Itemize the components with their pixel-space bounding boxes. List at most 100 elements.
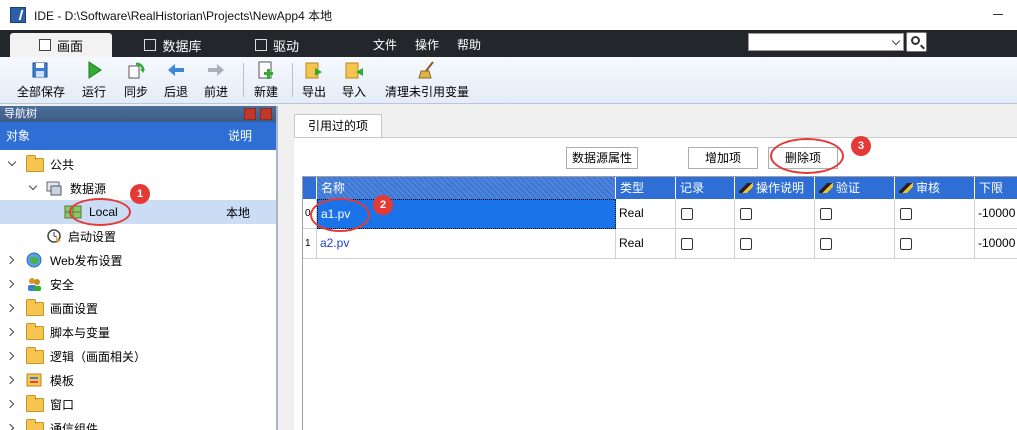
tree-item-scripts-vars[interactable]: 脚本与变量 bbox=[0, 320, 276, 344]
chevron-right-icon[interactable] bbox=[5, 255, 15, 265]
tree-item-startup[interactable]: 启动设置 bbox=[0, 224, 276, 248]
tree-item-comm-components[interactable]: 通信组件 bbox=[0, 416, 276, 430]
cell-name[interactable]: a2.pv bbox=[317, 229, 616, 259]
cell-lower[interactable]: -10000 bbox=[975, 229, 1017, 259]
add-item-button[interactable]: 增加项 bbox=[688, 147, 758, 169]
op-desc-checkbox[interactable] bbox=[740, 208, 752, 220]
users-icon bbox=[26, 276, 42, 292]
tree-item-logic[interactable]: 逻辑（画面相关） bbox=[0, 344, 276, 368]
annotation-circle-2 bbox=[310, 198, 370, 232]
clean-unreferenced-vars-button[interactable]: 清理未引用变量 bbox=[384, 59, 470, 101]
new-button[interactable]: 新建 bbox=[250, 59, 282, 101]
tree-item-web-publish[interactable]: Web发布设置 bbox=[0, 248, 276, 272]
minimize-button[interactable] bbox=[993, 14, 1003, 15]
tree-item-windows[interactable]: 窗口 bbox=[0, 392, 276, 416]
import-icon bbox=[344, 60, 364, 80]
col-header-audit[interactable]: 审核 bbox=[895, 177, 975, 199]
tree-item-label: 模板 bbox=[50, 373, 75, 388]
chevron-right-icon[interactable] bbox=[5, 423, 15, 430]
row-index: 1 bbox=[303, 229, 317, 259]
chevron-down-icon[interactable] bbox=[7, 157, 17, 167]
search-input[interactable] bbox=[749, 34, 887, 50]
audit-checkbox[interactable] bbox=[900, 238, 912, 250]
cell-op-desc bbox=[735, 229, 815, 259]
clean-unreferenced-vars-label: 清理未引用变量 bbox=[384, 85, 469, 99]
chevron-right-icon[interactable] bbox=[5, 351, 15, 361]
sync-button[interactable]: 同步 bbox=[120, 59, 152, 101]
tree-item-label: 数据源 bbox=[70, 181, 107, 196]
record-checkbox[interactable] bbox=[681, 238, 693, 250]
new-icon bbox=[256, 60, 276, 80]
chevron-right-icon[interactable] bbox=[5, 399, 15, 409]
tab-screen[interactable]: 画面 bbox=[10, 33, 112, 57]
tab-driver[interactable]: 驱动 bbox=[232, 33, 322, 57]
col-header-type[interactable]: 类型 bbox=[616, 177, 676, 199]
op-desc-checkbox[interactable] bbox=[740, 238, 752, 250]
tab-database[interactable]: 数据库 bbox=[118, 33, 228, 57]
col-header-record[interactable]: 记录 bbox=[676, 177, 735, 199]
col-header-op-desc[interactable]: 操作说明 bbox=[735, 177, 815, 199]
close-icon[interactable] bbox=[260, 108, 272, 120]
tree-item-label: 画面设置 bbox=[50, 301, 99, 316]
datasource-properties-button[interactable]: 数据源属性 bbox=[566, 147, 638, 169]
annotation-badge-2: 2 bbox=[373, 195, 393, 215]
tree-item-public[interactable]: 公共 bbox=[0, 152, 276, 176]
run-button[interactable]: 运行 bbox=[78, 59, 110, 101]
chevron-right-icon[interactable] bbox=[5, 279, 15, 289]
record-checkbox[interactable] bbox=[681, 208, 693, 220]
chevron-down-icon[interactable] bbox=[891, 36, 901, 46]
run-label: 运行 bbox=[81, 85, 106, 99]
col-header-verify[interactable]: 验证 bbox=[815, 177, 895, 199]
cell-type[interactable]: Real bbox=[616, 229, 676, 259]
grid-corner bbox=[303, 177, 317, 199]
col-header-name[interactable]: 名称 bbox=[317, 177, 616, 199]
tab-database-label: 数据库 bbox=[162, 38, 202, 54]
tree-item-label: 脚本与变量 bbox=[50, 325, 111, 340]
tree-item-desc: 本地 bbox=[226, 205, 251, 220]
verify-checkbox[interactable] bbox=[820, 238, 832, 250]
tree-item-label: Web发布设置 bbox=[50, 253, 123, 268]
back-button[interactable]: 后退 bbox=[160, 59, 192, 101]
menu-file[interactable]: 文件 bbox=[373, 36, 397, 53]
referenced-items-panel: 数据源属性 增加项 删除项 名称 类型 记录 操作说明 验证 审核 下限 0 a… bbox=[294, 137, 1017, 430]
tree-item-label: 启动设置 bbox=[68, 229, 117, 244]
search-combobox[interactable] bbox=[748, 33, 904, 51]
tree-item-security[interactable]: 安全 bbox=[0, 272, 276, 296]
forward-button[interactable]: 前进 bbox=[200, 59, 232, 101]
toolbar: 全部保存 运行 同步 后退 前进 新建 导出 导入 清理未引用变量 bbox=[0, 57, 1017, 104]
chevron-right-icon[interactable] bbox=[5, 303, 15, 313]
annotation-badge-1: 1 bbox=[130, 184, 150, 204]
tab-referenced-items[interactable]: 引用过的项 bbox=[294, 114, 382, 138]
back-label: 后退 bbox=[163, 85, 188, 99]
menu-help[interactable]: 帮助 bbox=[457, 36, 481, 53]
search-button[interactable] bbox=[906, 32, 927, 52]
tree-item-templates[interactable]: 模板 bbox=[0, 368, 276, 392]
cell-record bbox=[676, 199, 735, 229]
col-header-audit-label: 审核 bbox=[916, 181, 941, 195]
col-description[interactable]: 说明 bbox=[228, 122, 252, 150]
folder-icon bbox=[26, 395, 44, 412]
toolbar-separator bbox=[292, 63, 293, 97]
export-label: 导出 bbox=[301, 85, 326, 99]
chevron-right-icon[interactable] bbox=[5, 327, 15, 337]
tree-item-screen-settings[interactable]: 画面设置 bbox=[0, 296, 276, 320]
pin-icon[interactable] bbox=[244, 108, 256, 120]
chevron-down-icon[interactable] bbox=[28, 181, 38, 191]
chevron-right-icon[interactable] bbox=[5, 375, 15, 385]
import-button[interactable]: 导入 bbox=[338, 59, 370, 101]
verify-checkbox[interactable] bbox=[820, 208, 832, 220]
audit-checkbox[interactable] bbox=[900, 208, 912, 220]
col-header-lower[interactable]: 下限 bbox=[975, 177, 1017, 199]
search-icon bbox=[911, 36, 920, 45]
folder-icon bbox=[26, 299, 44, 316]
cell-audit bbox=[895, 199, 975, 229]
content-area: 引用过的项 数据源属性 增加项 删除项 名称 类型 记录 操作说明 验证 审核 … bbox=[280, 106, 1017, 430]
menu-operation[interactable]: 操作 bbox=[415, 36, 439, 53]
cell-type[interactable]: Real bbox=[616, 199, 676, 229]
col-object[interactable]: 对象 bbox=[6, 122, 30, 150]
save-all-button[interactable]: 全部保存 bbox=[14, 59, 68, 101]
window-title: IDE - D:\Software\RealHistorian\Projects… bbox=[34, 8, 333, 23]
referenced-items-grid: 名称 类型 记录 操作说明 验证 审核 下限 0 a1.pv Real -100… bbox=[302, 176, 1017, 430]
cell-lower[interactable]: -10000 bbox=[975, 199, 1017, 229]
export-button[interactable]: 导出 bbox=[298, 59, 330, 101]
